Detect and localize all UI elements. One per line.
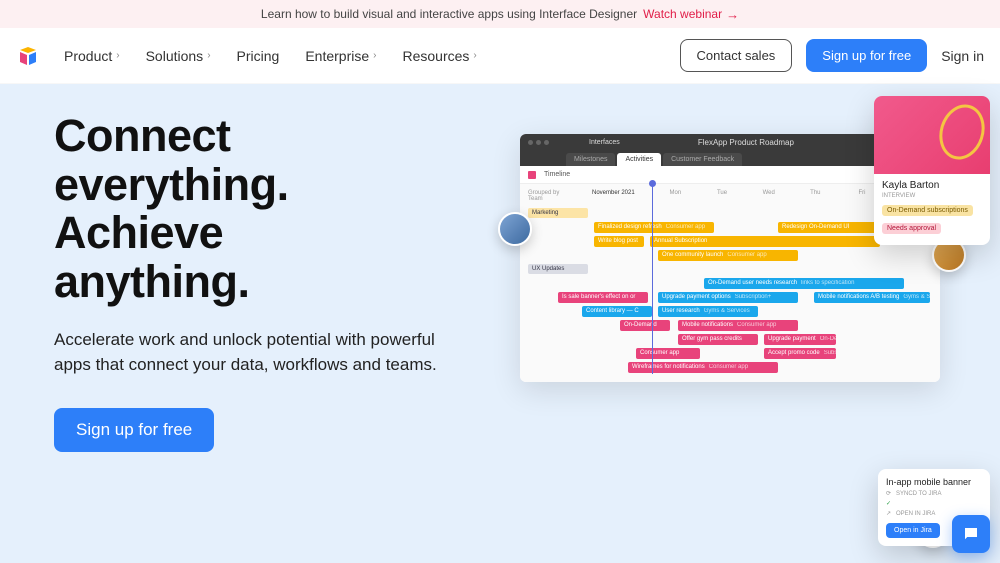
signup-hero-button[interactable]: Sign up for free — [54, 408, 214, 452]
gantt-bar: Accept promo codeSubs — [764, 348, 836, 359]
window-title: FlexApp Product Roadmap — [620, 138, 872, 147]
profile-card: Kayla Barton INTERVIEW On-Demand subscri… — [874, 96, 990, 245]
nav-items: Product› Solutions› Pricing Enterprise› … — [64, 48, 680, 64]
signin-link[interactable]: Sign in — [941, 48, 984, 64]
now-indicator — [652, 184, 653, 374]
section-marketing: Marketing — [528, 208, 588, 218]
gantt-row: Offer gym pass credits Upgrade paymentOn-… — [520, 332, 940, 346]
gantt-bar: Wireframes for notificationsConsumer app — [628, 362, 778, 373]
gantt-bar: Mobile notifications A/B testingGyms & S… — [814, 292, 930, 303]
gantt-bar: Redesign On-Demand UI — [778, 222, 878, 233]
gantt-bar: Content library — C — [582, 306, 652, 317]
nav-item-product[interactable]: Product› — [64, 48, 120, 64]
task-title: In-app mobile banner — [886, 477, 982, 487]
gantt-bar: On-Demand — [620, 320, 670, 331]
link-icon: ↗ — [886, 510, 893, 517]
gantt-row: Consumer app Accept promo codeSubs — [520, 346, 940, 360]
tab-milestones: Milestones — [566, 153, 615, 166]
gantt-bar: Is sale banner's effect on or — [558, 292, 648, 303]
gantt-bar: Upgrade payment optionsSubscription+ — [658, 292, 798, 303]
profile-tag-2: Needs approval — [882, 223, 941, 234]
gantt-bar: Finalized design refreshConsumer app — [594, 222, 714, 233]
hero-copy: Connect everything. Achieve anything. Ac… — [54, 112, 494, 563]
tab-customer-feedback: Customer Feedback — [663, 153, 742, 166]
gantt-bar: Write blog post — [594, 236, 644, 247]
hoop-icon — [932, 99, 990, 166]
gantt-bar: One community launchConsumer app — [658, 250, 798, 261]
view-name: Timeline — [544, 171, 570, 178]
hero-section: Connect everything. Achieve anything. Ac… — [0, 84, 1000, 563]
chevron-right-icon: › — [116, 50, 119, 61]
nav-item-solutions[interactable]: Solutions› — [146, 48, 211, 64]
chevron-right-icon: › — [373, 50, 376, 61]
chevron-right-icon: › — [207, 50, 210, 61]
gantt-row: On-Demand Mobile notificationsConsumer ap… — [520, 318, 940, 332]
profile-name: Kayla Barton — [882, 180, 982, 191]
contact-sales-button[interactable]: Contact sales — [680, 39, 793, 72]
avatar-user-1 — [498, 212, 532, 246]
gantt-bar: Offer gym pass credits — [678, 334, 758, 345]
gantt-bar: Upgrade paymentOn-Dem — [764, 334, 836, 345]
gantt-bar: Annual Subscription — [650, 236, 880, 247]
product-mockup: Interfaces FlexApp Product Roadmap Miles… — [520, 134, 980, 524]
gantt-bar: On-Demand user needs researchlinks to sp… — [704, 278, 904, 289]
gantt-bar: Mobile notificationsConsumer app — [678, 320, 798, 331]
gantt-row: One community launchConsumer app — [520, 248, 940, 262]
gantt-row: Wireframes for notificationsConsumer app — [520, 360, 940, 374]
traffic-lights-icon — [528, 140, 549, 145]
section-ux: UX Updates — [528, 264, 588, 274]
chat-widget-button[interactable] — [952, 515, 990, 553]
nav-item-enterprise[interactable]: Enterprise› — [305, 48, 376, 64]
timeline-icon — [528, 171, 536, 179]
hero-subheadline: Accelerate work and unlock potential wit… — [54, 328, 454, 377]
nav-item-resources[interactable]: Resources› — [402, 48, 476, 64]
chat-icon — [962, 525, 980, 543]
banner-cta-link[interactable]: Watch webinar → — [643, 7, 739, 22]
gantt-row: Is sale banner's effect on or Upgrade pay… — [520, 290, 940, 304]
airtable-logo-icon[interactable] — [16, 44, 40, 68]
sync-icon: ⟳ — [886, 490, 893, 497]
gantt-row: On-Demand user needs researchlinks to sp… — [520, 276, 940, 290]
top-nav: Product› Solutions› Pricing Enterprise› … — [0, 28, 1000, 84]
gantt-row: Content library — C User researchGyms & S… — [520, 304, 940, 318]
open-in-jira-button: Open in Jira — [886, 523, 940, 538]
promo-banner: Learn how to build visual and interactiv… — [0, 0, 1000, 28]
chevron-right-icon: › — [473, 50, 476, 61]
check-icon: ✓ — [886, 500, 893, 507]
profile-tag-1: On-Demand subscriptions — [882, 205, 973, 216]
window-label: Interfaces — [589, 139, 620, 146]
nav-right: Contact sales Sign up for free Sign in — [680, 39, 984, 72]
tab-activities: Activities — [617, 153, 661, 166]
hero-headline: Connect everything. Achieve anything. — [54, 112, 494, 306]
profile-photo — [874, 96, 990, 174]
profile-meta: INTERVIEW — [882, 193, 982, 199]
gantt-bar: User researchGyms & Services — [658, 306, 758, 317]
signup-nav-button[interactable]: Sign up for free — [806, 39, 927, 72]
nav-item-pricing[interactable]: Pricing — [237, 48, 280, 64]
gantt-bar: Consumer app — [636, 348, 700, 359]
arrow-right-icon: → — [726, 7, 739, 22]
banner-text: Learn how to build visual and interactiv… — [261, 7, 637, 21]
